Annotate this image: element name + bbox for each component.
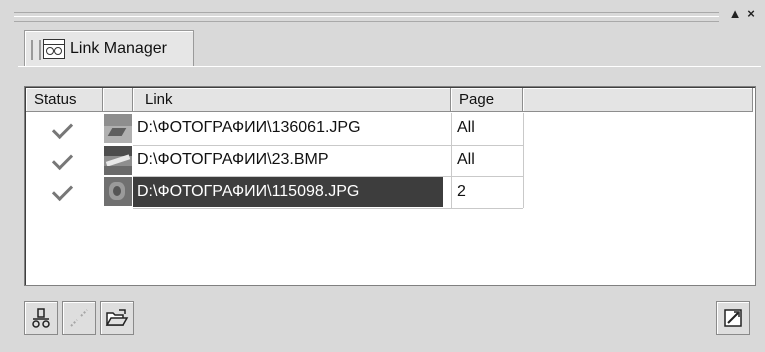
image-thumbnail xyxy=(104,177,132,206)
row-divider xyxy=(133,208,523,209)
collapse-arrow-icon[interactable]: ▲ xyxy=(728,6,742,22)
tab-grip-icon xyxy=(31,40,41,60)
close-icon[interactable]: × xyxy=(744,6,758,22)
image-thumbnail xyxy=(104,146,132,175)
options-button[interactable] xyxy=(716,301,750,335)
column-header-link[interactable]: Link xyxy=(133,88,451,112)
link-path: D:\ФОТОГРАФИИ\136061.JPG xyxy=(137,119,361,136)
linked-check-icon xyxy=(51,179,74,202)
options-icon xyxy=(724,309,742,327)
linked-check-icon xyxy=(51,117,74,140)
link-manager-window: ▲ × Link Manager Status Link Page D:\ФОТ… xyxy=(0,0,765,352)
relink-icon xyxy=(32,308,50,328)
column-header-status[interactable]: Status xyxy=(26,88,103,112)
relink-button[interactable] xyxy=(24,301,58,335)
open-folder-button[interactable] xyxy=(100,301,134,335)
tab-label: Link Manager xyxy=(70,40,167,57)
column-header-filler xyxy=(523,88,753,112)
links-list[interactable]: Status Link Page D:\ФОТОГРАФИИ\136061.JP… xyxy=(24,86,756,286)
link-path: D:\ФОТОГРАФИИ\23.BMP xyxy=(137,151,329,168)
link-manager-icon xyxy=(43,39,65,59)
column-divider xyxy=(451,113,452,208)
docker-grip-bar[interactable] xyxy=(14,12,719,22)
page-value: 2 xyxy=(457,183,466,200)
tab-link-manager[interactable]: Link Manager xyxy=(24,30,194,67)
break-link-button[interactable] xyxy=(62,301,96,335)
page-value: All xyxy=(457,151,475,168)
page-value: All xyxy=(457,119,475,136)
image-thumbnail xyxy=(104,114,132,143)
link-path-selected: D:\ФОТОГРАФИИ\115098.JPG xyxy=(133,177,443,207)
column-header-thumbnail[interactable] xyxy=(103,88,133,112)
link-manager-panel: Status Link Page D:\ФОТОГРАФИИ\136061.JP… xyxy=(18,66,761,349)
break-link-icon xyxy=(70,309,88,327)
linked-check-icon xyxy=(51,148,74,171)
column-header-page[interactable]: Page xyxy=(451,88,523,112)
open-folder-icon xyxy=(105,309,129,326)
column-divider xyxy=(523,113,524,208)
